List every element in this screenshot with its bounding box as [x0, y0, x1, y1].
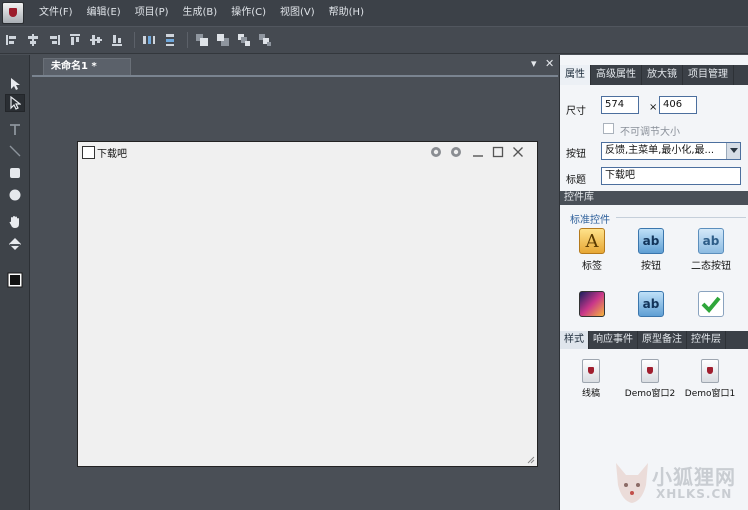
menu-project[interactable]: 项目(P) — [128, 0, 176, 26]
pointer-icon[interactable] — [5, 75, 25, 93]
align-bottom-icon[interactable] — [108, 31, 126, 49]
style-demo2-label: Demo窗口2 — [624, 389, 676, 399]
title-label: 标题 — [566, 175, 586, 186]
label-control-name: 标签 — [582, 261, 602, 272]
ellipse-icon[interactable] — [5, 186, 25, 204]
button-control-name: 按钮 — [641, 261, 661, 272]
width-field[interactable]: 574 — [601, 96, 639, 114]
times-sign: × — [649, 102, 658, 113]
checkbox-control-icon[interactable] — [698, 291, 724, 317]
minimize-icon[interactable] — [471, 145, 485, 159]
height-field[interactable]: 406 — [659, 96, 697, 114]
buttons-label: 按钮 — [566, 149, 586, 160]
tab-notes[interactable]: 原型备注 — [638, 331, 687, 349]
fill-bucket-icon[interactable] — [5, 235, 25, 253]
size-label: 尺寸 — [566, 106, 586, 117]
library-group-standard[interactable]: 标准控件 — [570, 211, 610, 226]
title-field[interactable]: 下载吧 — [601, 167, 741, 185]
design-window[interactable]: 下载吧 — [77, 141, 538, 467]
toggle-button-control-name: 二态按钮 — [691, 261, 731, 272]
chevron-down-icon[interactable] — [726, 143, 740, 159]
window-icon-placeholder — [82, 146, 95, 159]
style-sketch-icon[interactable] — [582, 359, 600, 383]
buttons-select[interactable]: 反馈,主菜单,最小化,最... — [601, 142, 741, 160]
window-title: 下载吧 — [97, 149, 127, 160]
close-icon[interactable] — [511, 145, 525, 159]
toolbar — [0, 26, 748, 54]
divider — [616, 217, 746, 218]
tab-close-icon[interactable]: ✕ — [545, 58, 554, 70]
align-middle-icon[interactable] — [87, 31, 105, 49]
library-header: 控件库 — [560, 191, 748, 205]
text-icon[interactable] — [5, 121, 25, 139]
menu-file[interactable]: 文件(F) — [32, 0, 80, 26]
property-tabs: 属性 高级属性 放大镜 项目管理 — [560, 65, 748, 85]
tool-sidebar — [0, 55, 30, 510]
style-demo1-label: Demo窗口1 — [684, 389, 736, 399]
style-demo2-icon[interactable] — [641, 359, 659, 383]
send-backward-icon[interactable] — [256, 31, 274, 49]
align-top-icon[interactable] — [66, 31, 84, 49]
tab-dropdown-icon[interactable]: ▾ — [531, 58, 537, 70]
menu-edit[interactable]: 编辑(E) — [80, 0, 128, 26]
tab-advanced-properties[interactable]: 高级属性 — [591, 65, 642, 85]
fox-logo-icon — [616, 463, 648, 503]
menu-operate[interactable]: 操作(C) — [224, 0, 273, 26]
align-right-icon[interactable] — [45, 31, 63, 49]
bring-forward-icon[interactable] — [235, 31, 253, 49]
tab-project-management[interactable]: 项目管理 — [683, 65, 734, 85]
style-demo1-icon[interactable] — [701, 359, 719, 383]
image-control-icon[interactable] — [579, 291, 605, 317]
menu-help[interactable]: 帮助(H) — [322, 0, 371, 26]
fixed-size-label: 不可调节大小 — [620, 127, 680, 138]
hand-icon[interactable] — [5, 213, 25, 231]
resize-grip-icon[interactable] — [527, 456, 535, 464]
tab-document[interactable]: 未命名1 * — [43, 58, 131, 75]
feedback-icon[interactable] — [429, 145, 443, 159]
watermark: 小狐狸网 XHLKS.CN — [606, 455, 748, 510]
watermark-url: XHLKS.CN — [656, 487, 733, 501]
document-tabstrip: 未命名1 * ▾ ✕ — [31, 55, 559, 75]
bring-front-icon[interactable] — [193, 31, 211, 49]
align-left-icon[interactable] — [3, 31, 21, 49]
direct-select-icon[interactable] — [5, 94, 25, 112]
color-swatch-icon[interactable] — [5, 271, 25, 289]
distribute-vertical-icon[interactable] — [161, 31, 179, 49]
menu-view[interactable]: 视图(V) — [273, 0, 322, 26]
line-icon[interactable] — [5, 142, 25, 160]
menu-build[interactable]: 生成(B) — [176, 0, 225, 26]
send-back-icon[interactable] — [214, 31, 232, 49]
button-variant-control-icon[interactable]: ab — [638, 291, 664, 317]
tab-styles[interactable]: 样式 — [560, 331, 589, 349]
maximize-icon[interactable] — [491, 145, 505, 159]
tab-layers[interactable]: 控件层 — [687, 331, 726, 349]
tab-events[interactable]: 响应事件 — [589, 331, 638, 349]
button-control-icon[interactable]: ab — [638, 228, 664, 254]
tab-properties[interactable]: 属性 — [560, 65, 591, 85]
menu-bar: 文件(F) 编辑(E) 项目(P) 生成(B) 操作(C) 视图(V) 帮助(H… — [0, 0, 748, 26]
toolbar-separator — [134, 32, 135, 48]
app-logo-icon — [2, 2, 24, 24]
buttons-select-value: 反馈,主菜单,最小化,最... — [605, 145, 715, 156]
toggle-button-control-icon[interactable]: ab — [698, 228, 724, 254]
main-menu-icon[interactable] — [449, 145, 463, 159]
rectangle-icon[interactable] — [5, 164, 25, 182]
fixed-size-checkbox[interactable] — [603, 123, 614, 134]
distribute-horizontal-icon[interactable] — [140, 31, 158, 49]
tab-magnifier[interactable]: 放大镜 — [642, 65, 683, 85]
toolbar-separator — [187, 32, 188, 48]
label-control-icon[interactable]: A — [579, 228, 605, 254]
right-panel: 属性 高级属性 放大镜 项目管理 尺寸 574 × 406 不可调节大小 按钮 … — [559, 55, 748, 510]
style-sketch-label: 线稿 — [581, 389, 600, 399]
bottom-tabs: 样式 响应事件 原型备注 控件层 — [560, 331, 748, 349]
watermark-text: 小狐狸网 — [652, 465, 736, 489]
align-center-icon[interactable] — [24, 31, 42, 49]
